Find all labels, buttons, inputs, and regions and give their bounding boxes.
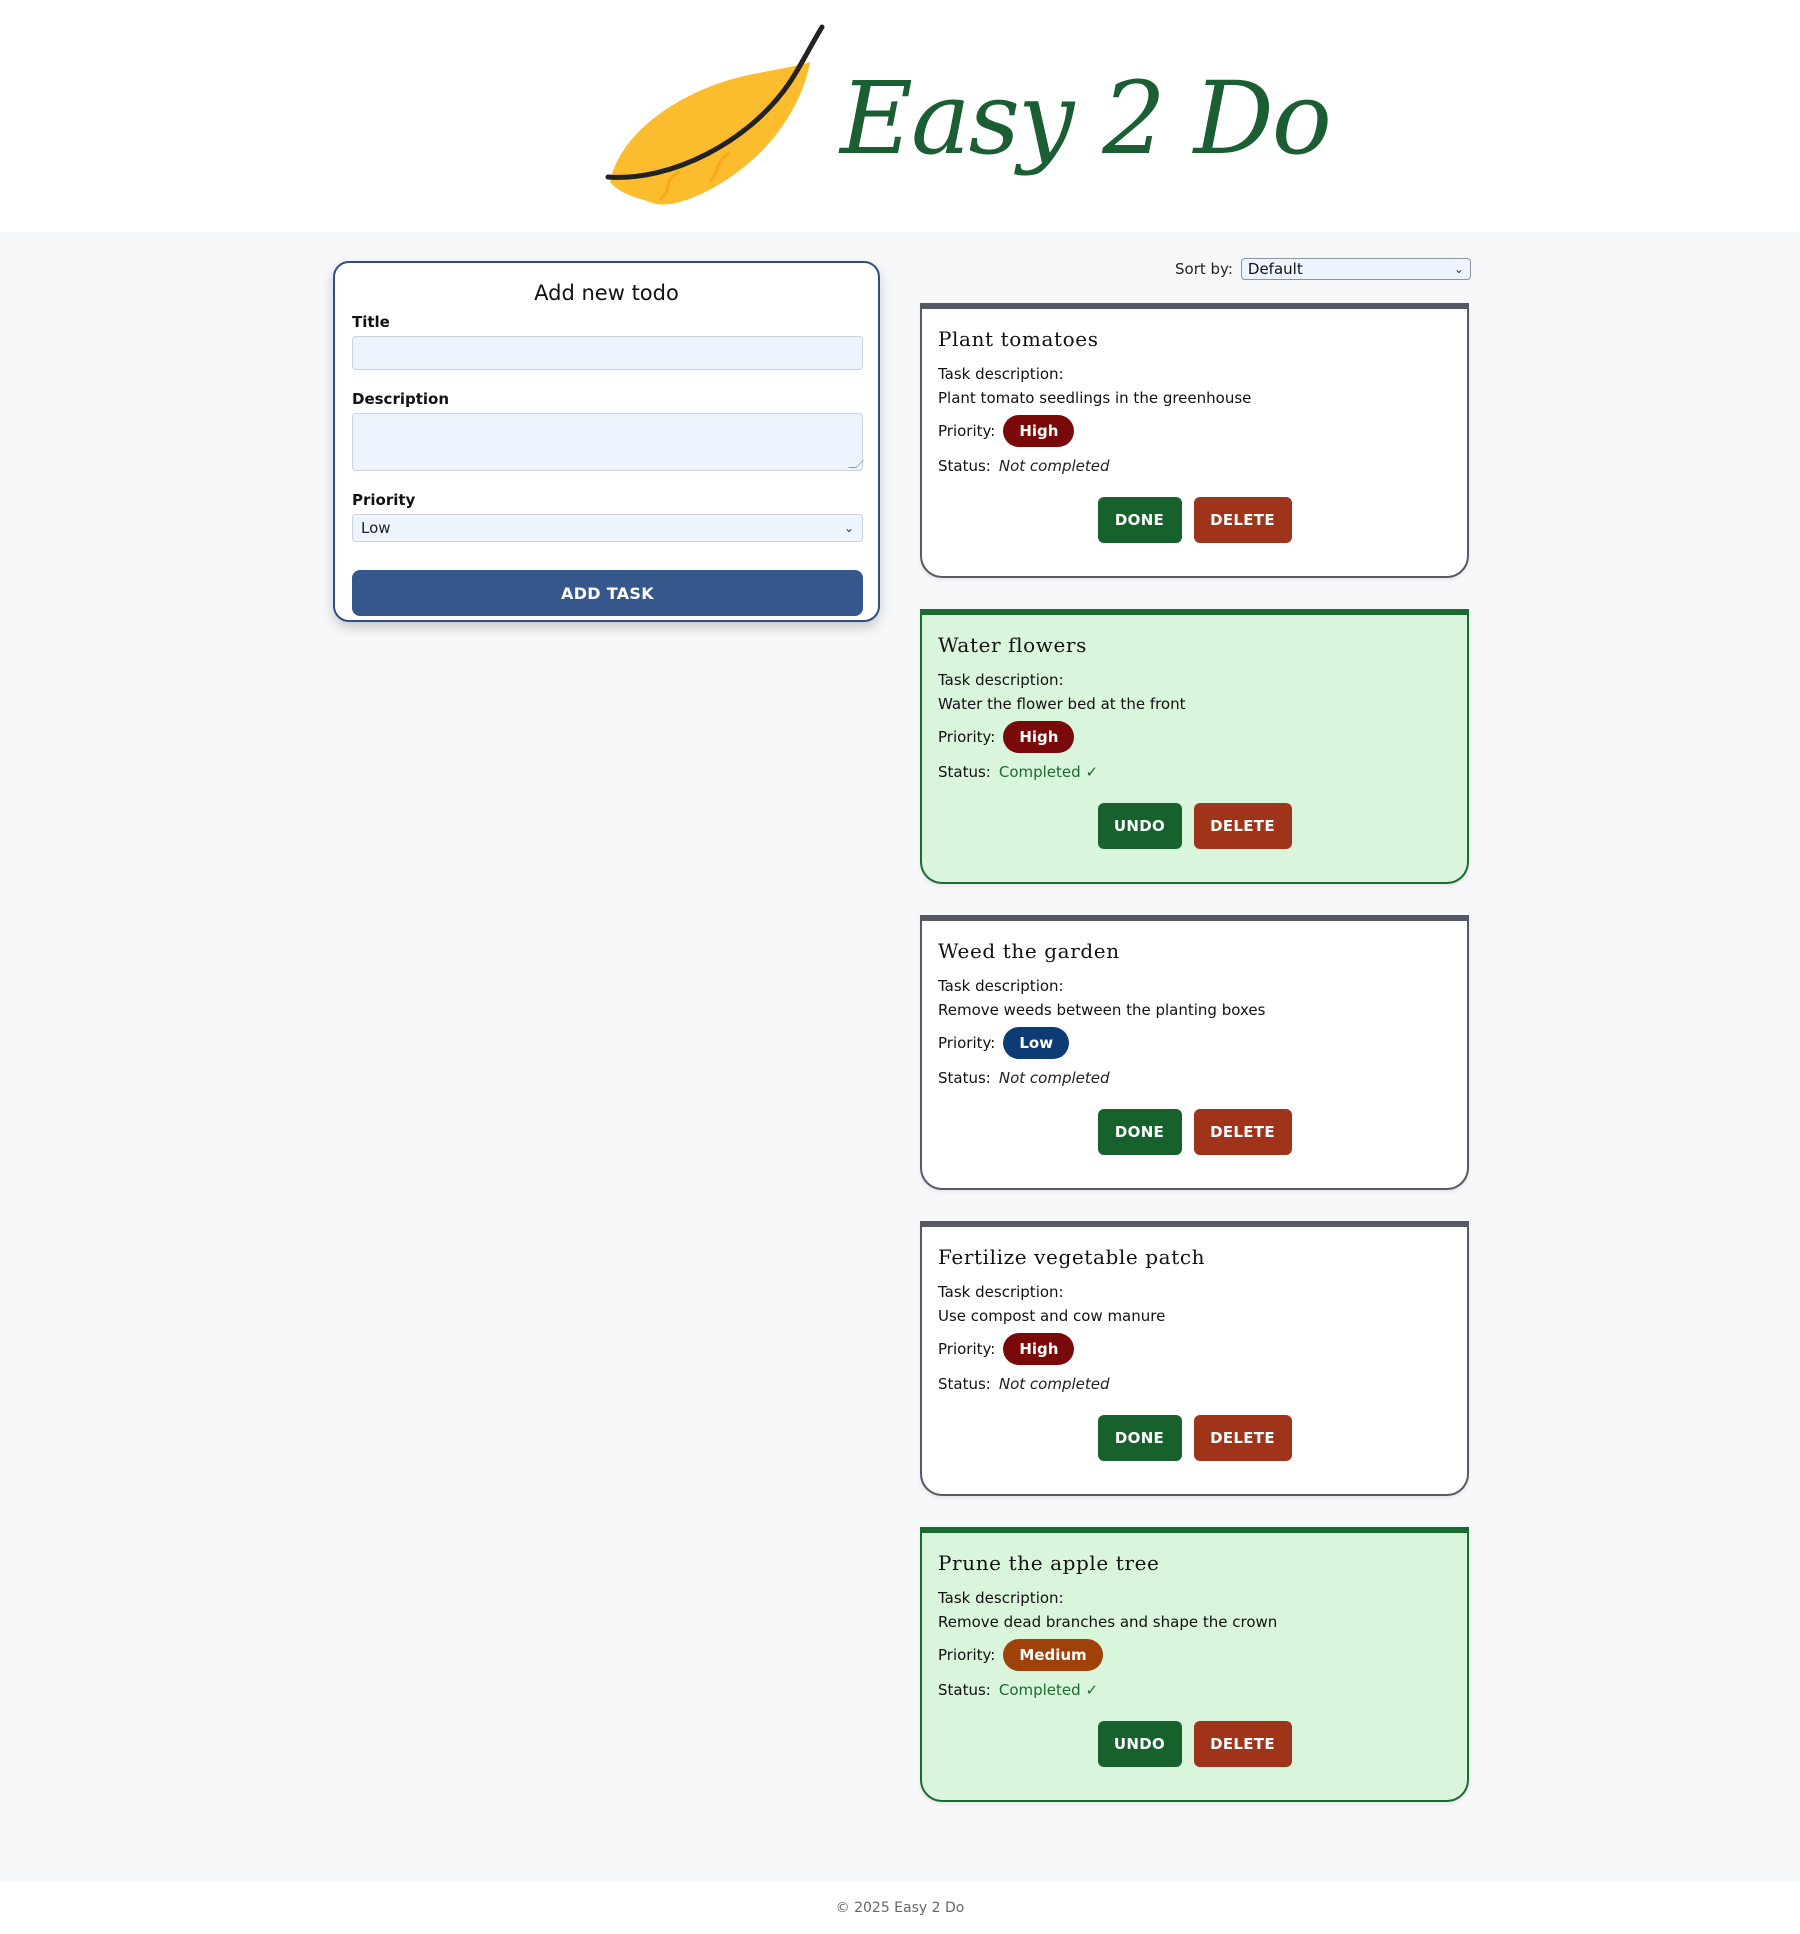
priority-badge: Low: [1003, 1027, 1070, 1059]
task-description: Remove weeds between the planting boxes: [938, 1001, 1266, 1019]
form-title: Add new todo: [534, 281, 679, 305]
brand-name: Easy 2 Do: [840, 60, 1332, 177]
status-value: Not completed: [998, 1375, 1110, 1393]
chevron-down-icon: ⌄: [843, 521, 854, 535]
add-todo-form: Add new todo Title Description Priority …: [333, 261, 880, 622]
done-button[interactable]: DONE: [1097, 497, 1182, 543]
done-button[interactable]: DONE: [1097, 1415, 1182, 1461]
task-title: Water flowers: [938, 633, 1087, 657]
task-description-label: Task description:: [938, 365, 1064, 383]
delete-button[interactable]: DELETE: [1193, 1109, 1292, 1155]
copyright-text: © 2025 Easy 2 Do: [835, 1900, 965, 1916]
priority-badge: High: [1003, 415, 1075, 447]
priority-label: Priority:: [938, 728, 996, 746]
task-title: Weed the garden: [938, 939, 1120, 963]
add-task-button[interactable]: ADD TASK: [352, 570, 863, 616]
status-label: Status:: [938, 457, 991, 475]
status-value: Completed ✓: [998, 1681, 1099, 1699]
task-description: Use compost and cow manure: [938, 1307, 1166, 1325]
task-card: Plant tomatoes Task description: Plant t…: [920, 303, 1469, 578]
sort-control: Sort by: Default ⌄: [1175, 258, 1471, 280]
task-description-label: Task description:: [938, 671, 1064, 689]
priority-label: Priority: [352, 491, 416, 509]
title-input[interactable]: [352, 336, 863, 370]
status-value: Not completed: [998, 1069, 1110, 1087]
status-label: Status:: [938, 763, 991, 781]
undo-button[interactable]: UNDO: [1097, 1721, 1182, 1767]
title-label: Title: [352, 313, 390, 331]
status-value: Not completed: [998, 457, 1110, 475]
priority-select-value: Low: [361, 519, 391, 537]
delete-button[interactable]: DELETE: [1193, 803, 1292, 849]
task-description-label: Task description:: [938, 1283, 1064, 1301]
footer: © 2025 Easy 2 Do: [0, 1882, 1800, 1934]
priority-badge: High: [1003, 721, 1075, 753]
priority-label: Priority:: [938, 1034, 996, 1052]
priority-badge: Medium: [1003, 1639, 1103, 1671]
undo-button[interactable]: UNDO: [1097, 803, 1182, 849]
sort-label: Sort by:: [1175, 260, 1233, 278]
priority-label: Priority:: [938, 1340, 996, 1358]
app-header: Easy 2 Do: [0, 0, 1800, 232]
chevron-down-icon: ⌄: [1453, 262, 1464, 276]
task-title: Plant tomatoes: [938, 327, 1099, 351]
status-label: Status:: [938, 1375, 991, 1393]
task-card: Fertilize vegetable patch Task descripti…: [920, 1221, 1469, 1496]
sort-select-value: Default: [1247, 260, 1303, 278]
task-title: Fertilize vegetable patch: [938, 1245, 1206, 1269]
status-label: Status:: [938, 1069, 991, 1087]
delete-button[interactable]: DELETE: [1193, 497, 1292, 543]
status-value: Completed ✓: [998, 763, 1099, 781]
task-card: Weed the garden Task description: Remove…: [920, 915, 1469, 1190]
description-label: Description: [352, 390, 450, 408]
priority-badge: High: [1003, 1333, 1075, 1365]
task-description-label: Task description:: [938, 977, 1064, 995]
priority-label: Priority:: [938, 1646, 996, 1664]
task-description-label: Task description:: [938, 1589, 1064, 1607]
sort-select[interactable]: Default ⌄: [1240, 258, 1471, 280]
status-label: Status:: [938, 1681, 991, 1699]
task-card: Prune the apple tree Task description: R…: [920, 1527, 1469, 1802]
description-textarea[interactable]: [352, 413, 864, 471]
task-title: Prune the apple tree: [938, 1551, 1160, 1575]
task-card: Water flowers Task description: Water th…: [920, 609, 1469, 884]
resize-handle-icon[interactable]: [848, 460, 864, 468]
task-description: Remove dead branches and shape the crown: [938, 1613, 1278, 1631]
task-description: Water the flower bed at the front: [938, 695, 1186, 713]
delete-button[interactable]: DELETE: [1193, 1415, 1292, 1461]
priority-select[interactable]: Low ⌄: [352, 514, 863, 542]
feather-icon: [605, 24, 825, 205]
logo[interactable]: Easy 2 Do: [600, 22, 1332, 217]
task-description: Plant tomato seedlings in the greenhouse: [938, 389, 1252, 407]
delete-button[interactable]: DELETE: [1193, 1721, 1292, 1767]
done-button[interactable]: DONE: [1097, 1109, 1182, 1155]
priority-label: Priority:: [938, 422, 996, 440]
